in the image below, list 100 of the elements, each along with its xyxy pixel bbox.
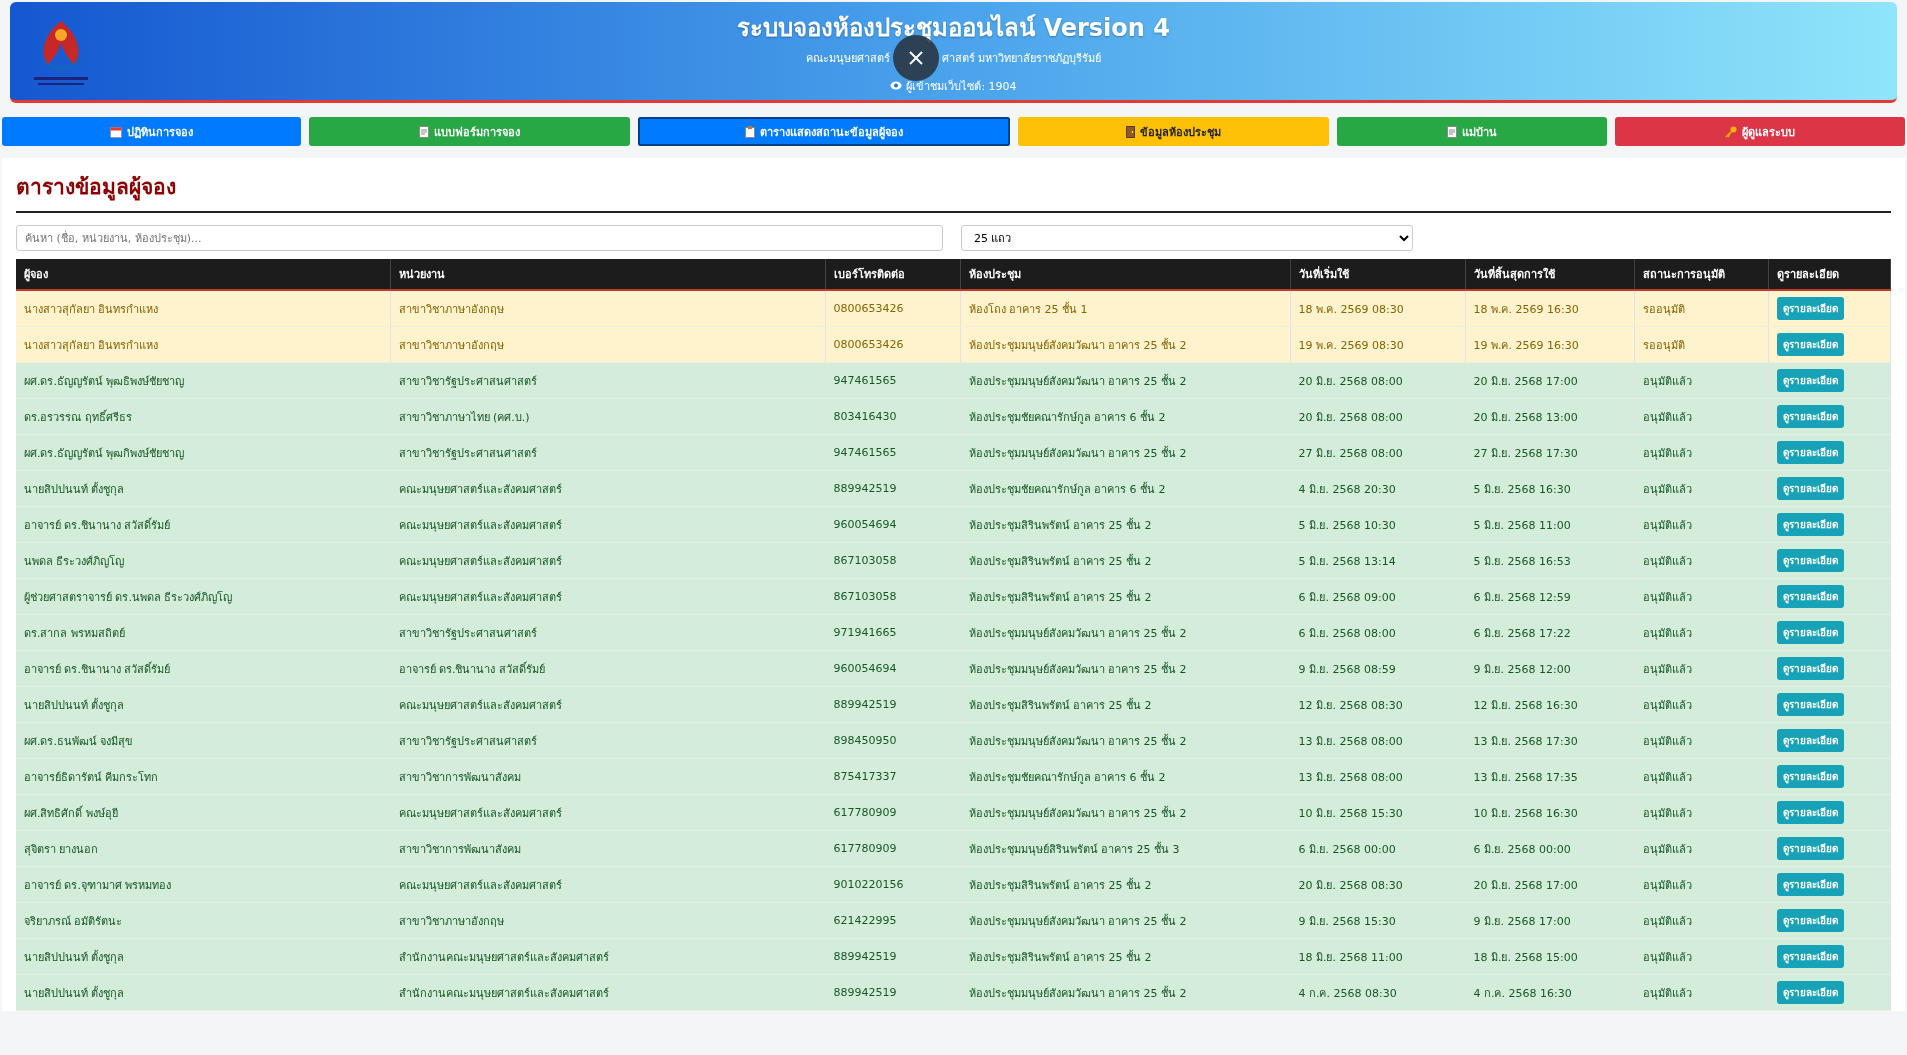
meeting-room: ห้องประชุมมนุษย์สิรินพรัตน์ อาคาร 25 ชั้น 3 — [960, 830, 1290, 867]
booker-name: สุจิตรา ยางนอก — [16, 830, 390, 867]
start-date: 18 มิ.ย. 2568 11:00 — [1290, 938, 1465, 975]
meeting-room: ห้องประชุมสิรินพรัตน์ อาคาร 25 ชั้น 2 — [960, 686, 1290, 723]
booker-name: อาจารย์ ดร.จุฑามาศ พรหมทอง — [16, 866, 390, 903]
start-date: 9 มิ.ย. 2568 08:59 — [1290, 650, 1465, 687]
visitor-count: ผู้เข้าชมเว็บไซต์: 1904 — [906, 78, 1017, 95]
approval-status: อนุมัติแล้ว — [1634, 362, 1768, 399]
department: สำนักงานคณะมนุษยศาสตร์และสังคมศาสตร์ — [390, 938, 825, 975]
booker-name: นพดล ธีระวงศ์ภิญโญ — [16, 542, 390, 579]
nav-tab[interactable]: แม่บ้าน — [1337, 117, 1608, 146]
booker-name: นางสาวสุกัลยา อินทรกำแหง — [16, 290, 390, 327]
meeting-room: ห้องประชุมมนุษย์สังคมวัฒนา อาคาร 25 ชั้น 2 — [960, 614, 1290, 651]
booker-name: อาจารย์ ดร.ชินานาง สวัสดิ์รัมย์ — [16, 506, 390, 543]
page-size-select[interactable]: 25 แถว — [961, 225, 1413, 251]
details-button[interactable]: ดูรายละเอียด — [1776, 621, 1844, 644]
end-date: 6 มิ.ย. 2568 17:22 — [1465, 614, 1634, 651]
start-date: 6 มิ.ย. 2568 00:00 — [1290, 830, 1465, 867]
department: สาขาวิชาภาษาอังกฤษ — [390, 326, 825, 363]
details-button[interactable]: ดูรายละเอียด — [1776, 657, 1844, 680]
phone-number: 621422995 — [825, 902, 960, 939]
details-button[interactable]: ดูรายละเอียด — [1776, 369, 1844, 392]
phone-number: 898450950 — [825, 722, 960, 759]
nav-tab[interactable]: ตารางแสดงสถานะข้อมูลผู้จอง — [638, 117, 1011, 146]
column-header: วันที่เริ่มใช้ — [1290, 259, 1465, 290]
meeting-room: ห้องประชุมมนุษย์สังคมวัฒนา อาคาร 25 ชั้น 2 — [960, 326, 1290, 363]
department: สาขาวิชาการพัฒนาสังคม — [390, 830, 825, 867]
end-date: 9 มิ.ย. 2568 17:00 — [1465, 902, 1634, 939]
details-button[interactable]: ดูรายละเอียด — [1776, 693, 1844, 716]
column-header: สถานะการอนุมัติ — [1634, 259, 1768, 290]
booker-name: นางสาวสุกัลยา อินทรกำแหง — [16, 326, 390, 363]
end-date: 5 มิ.ย. 2568 16:53 — [1465, 542, 1634, 579]
details-button[interactable]: ดูรายละเอียด — [1776, 405, 1844, 428]
nav-tab[interactable]: ผู้ดูแลระบบ — [1615, 117, 1905, 146]
start-date: 6 มิ.ย. 2568 08:00 — [1290, 614, 1465, 651]
details-button[interactable]: ดูรายละเอียด — [1776, 801, 1844, 824]
booker-name: นายสิปปนนท์ ตั้งชูกุล — [16, 470, 390, 507]
details-button[interactable]: ดูรายละเอียด — [1776, 513, 1844, 536]
end-date: 20 มิ.ย. 2568 17:00 — [1465, 362, 1634, 399]
details-button[interactable]: ดูรายละเอียด — [1776, 441, 1844, 464]
booker-name: ดร.อรวรรณ ฤทธิ์ศรีธร — [16, 398, 390, 435]
start-date: 20 มิ.ย. 2568 08:00 — [1290, 398, 1465, 435]
document-icon — [1447, 125, 1458, 138]
end-date: 13 มิ.ย. 2568 17:35 — [1465, 758, 1634, 795]
phone-number: 889942519 — [825, 470, 960, 507]
approval-status: อนุมัติแล้ว — [1634, 506, 1768, 543]
nav-tab[interactable]: ข้อมูลห้องประชุม — [1018, 117, 1330, 146]
details-button[interactable]: ดูรายละเอียด — [1776, 945, 1844, 968]
phone-number: 0800653426 — [825, 326, 960, 363]
key-icon — [1725, 125, 1738, 138]
approval-status: อนุมัติแล้ว — [1634, 470, 1768, 507]
approval-status: อนุมัติแล้ว — [1634, 938, 1768, 975]
department: สาขาวิชารัฐประศาสนศาสตร์ — [390, 362, 825, 399]
start-date: 20 มิ.ย. 2568 08:00 — [1290, 362, 1465, 399]
meeting-room: ห้องประชุมสิรินพรัตน์ อาคาร 25 ชั้น 2 — [960, 866, 1290, 903]
column-header: ผู้จอง — [16, 259, 390, 290]
details-button[interactable]: ดูรายละเอียด — [1776, 765, 1844, 788]
phone-number: 889942519 — [825, 686, 960, 723]
page-title: ตารางข้อมูลผู้จอง — [16, 170, 1891, 213]
details-button[interactable]: ดูรายละเอียด — [1776, 477, 1844, 500]
search-field[interactable]: ค้นหา (ชื่อ, หน่วยงาน, ห้องประชุม)... — [16, 225, 943, 251]
booker-name: อาจารย์ ดร.ชินานาง สวัสดิ์รัมย์ — [16, 650, 390, 687]
department: สาขาวิชาภาษาอังกฤษ — [390, 290, 825, 327]
meeting-room: ห้องประชุมสิรินพรัตน์ อาคาร 25 ชั้น 2 — [960, 578, 1290, 615]
details-button[interactable]: ดูรายละเอียด — [1776, 909, 1844, 932]
start-date: 20 มิ.ย. 2568 08:30 — [1290, 866, 1465, 903]
meeting-room: ห้องประชุมสิรินพรัตน์ อาคาร 25 ชั้น 2 — [960, 506, 1290, 543]
faculty-subtitle: ศาสตร์ มหาวิทยาลัยราชภัฏบุรีรัมย์ — [941, 50, 1102, 67]
start-date: 9 มิ.ย. 2568 15:30 — [1290, 902, 1465, 939]
end-date: 5 มิ.ย. 2568 11:00 — [1465, 506, 1634, 543]
approval-status: อนุมัติแล้ว — [1634, 614, 1768, 651]
phone-number: 960054694 — [825, 650, 960, 687]
meeting-room: ห้องประชุมชัยคณารักษ์กูล อาคาร 6 ชั้น 2 — [960, 758, 1290, 795]
details-button[interactable]: ดูรายละเอียด — [1776, 981, 1844, 1004]
details-button[interactable]: ดูรายละเอียด — [1776, 729, 1844, 752]
nav-tab[interactable]: แบบฟอร์มการจอง — [309, 117, 631, 146]
meeting-room: ห้องประชุมสิรินพรัตน์ อาคาร 25 ชั้น 2 — [960, 938, 1290, 975]
end-date: 13 มิ.ย. 2568 17:30 — [1465, 722, 1634, 759]
details-button[interactable]: ดูรายละเอียด — [1776, 549, 1844, 572]
calendar-icon — [110, 125, 123, 138]
end-date: 6 มิ.ย. 2568 00:00 — [1465, 830, 1634, 867]
end-date: 19 พ.ค. 2569 16:30 — [1465, 326, 1634, 363]
end-date: 27 มิ.ย. 2568 17:30 — [1465, 434, 1634, 471]
department: อาจารย์ ดร.ชินานาง สวัสดิ์รัมย์ — [390, 650, 825, 687]
meeting-room: ห้องประชุมมนุษย์สังคมวัฒนา อาคาร 25 ชั้น 2 — [960, 974, 1290, 1011]
approval-status: อนุมัติแล้ว — [1634, 398, 1768, 435]
end-date: 18 พ.ค. 2569 16:30 — [1465, 290, 1634, 327]
details-button[interactable]: ดูรายละเอียด — [1776, 837, 1844, 860]
start-date: 6 มิ.ย. 2568 09:00 — [1290, 578, 1465, 615]
booker-name: นายสิปปนนท์ ตั้งชูกุล — [16, 686, 390, 723]
booker-name: นายสิปปนนท์ ตั้งชูกุล — [16, 974, 390, 1011]
details-button[interactable]: ดูรายละเอียด — [1776, 333, 1844, 356]
details-button[interactable]: ดูรายละเอียด — [1776, 297, 1844, 320]
details-button[interactable]: ดูรายละเอียด — [1776, 873, 1844, 896]
phone-number: 889942519 — [825, 974, 960, 1011]
site-title: ระบบจองห้องประชุมออนไลน์ Version 4 — [737, 12, 1170, 45]
start-date: 4 ก.ค. 2568 08:30 — [1290, 974, 1465, 1011]
booker-name: ดร.สากล พรหมสถิตย์ — [16, 614, 390, 651]
details-button[interactable]: ดูรายละเอียด — [1776, 585, 1844, 608]
nav-tab[interactable]: ปฏิทินการจอง — [2, 117, 302, 146]
